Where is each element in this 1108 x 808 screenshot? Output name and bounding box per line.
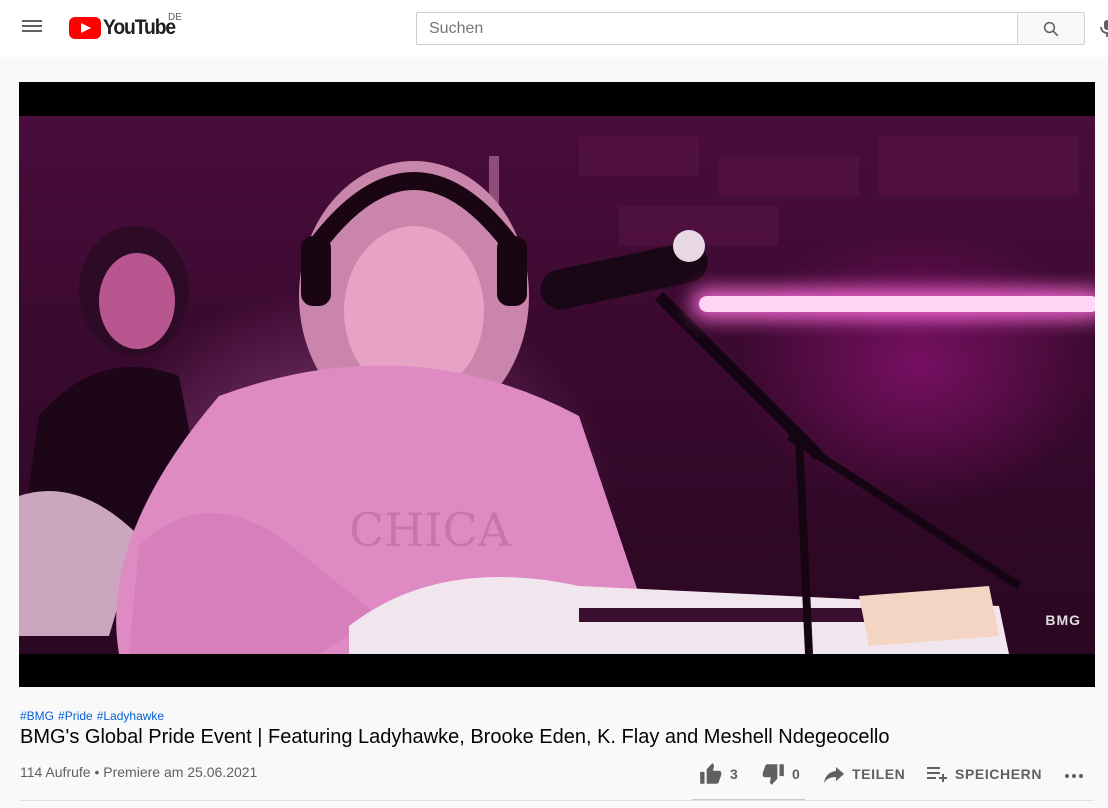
video-title: BMG's Global Pride Event | Featuring Lad… <box>20 726 890 748</box>
microphone-button[interactable] <box>1098 18 1108 38</box>
like-button[interactable]: 3 <box>698 760 738 788</box>
region-code: DE <box>168 12 182 23</box>
playlist-add-icon <box>927 767 947 782</box>
dislike-count: 0 <box>792 766 800 782</box>
save-label: SPEICHERN <box>955 766 1043 782</box>
more-horizontal-icon <box>1065 774 1083 778</box>
neon-light <box>699 296 1095 312</box>
view-count-and-date: 114 Aufrufe • Premiere am 25.06.2021 <box>20 764 258 780</box>
svg-text:CHICA: CHICA <box>349 503 512 557</box>
like-count: 3 <box>730 766 738 782</box>
more-actions-button[interactable] <box>1062 762 1086 790</box>
menu-icon[interactable] <box>20 18 44 38</box>
dislike-button[interactable]: 0 <box>760 760 800 788</box>
share-label: TEILEN <box>852 766 906 782</box>
youtube-logo[interactable]: YouTube <box>69 16 181 40</box>
search-icon <box>1043 21 1059 37</box>
share-icon <box>824 767 844 783</box>
hashtag-bmg[interactable]: #BMG <box>20 709 54 723</box>
save-button[interactable]: SPEICHERN <box>925 760 1042 788</box>
microphone-icon <box>1100 20 1108 37</box>
hashtag-pride[interactable]: #Pride <box>58 709 93 723</box>
hashtag-ladyhawke[interactable]: #Ladyhawke <box>97 709 164 723</box>
search-box <box>416 12 1018 45</box>
video-player[interactable]: CHICA BMG <box>19 82 1095 687</box>
search-input[interactable] <box>417 13 1018 44</box>
bmg-watermark: BMG <box>1045 612 1081 628</box>
masthead: YouTube DE <box>0 0 1108 57</box>
video-frame: CHICA BMG <box>19 116 1095 654</box>
logo-text: YouTube <box>103 16 176 39</box>
hashtags: #BMG #Pride #Ladyhawke <box>20 709 164 723</box>
thumbs-down-icon <box>762 764 784 785</box>
info-divider <box>20 800 1094 801</box>
youtube-play-icon <box>69 17 101 39</box>
search-button[interactable] <box>1017 12 1085 45</box>
share-button[interactable]: TEILEN <box>822 760 905 788</box>
video-thumbnail-scene: CHICA <box>19 136 1079 654</box>
thumbs-up-icon <box>700 763 722 784</box>
